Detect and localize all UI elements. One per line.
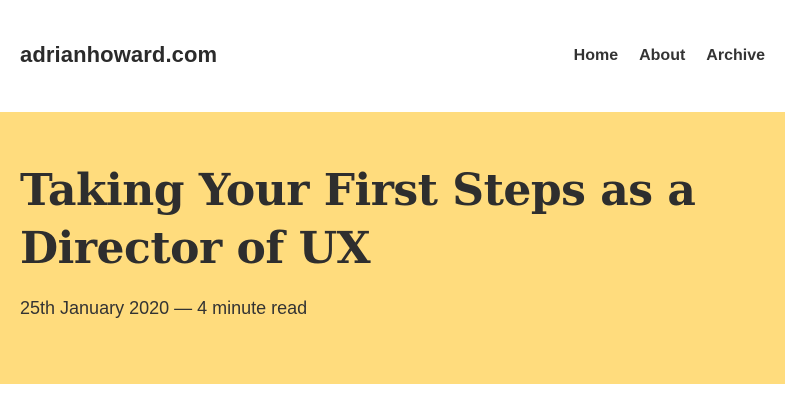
post-hero: Taking Your First Steps as a Director of… [0,112,785,384]
nav-link-home[interactable]: Home [574,47,618,65]
site-title-link[interactable]: adrianhoward.com [20,42,217,68]
page-content-area [0,384,800,419]
post-meta: 25th January 2020 — 4 minute read [20,298,308,318]
nav-link-archive[interactable]: Archive [706,47,765,65]
nav-link-about[interactable]: About [639,47,685,65]
post-title: Taking Your First Steps as a Director of… [20,165,696,274]
main-nav: Home About Archive [553,47,765,65]
site-header: adrianhoward.com Home About Archive [0,0,800,112]
